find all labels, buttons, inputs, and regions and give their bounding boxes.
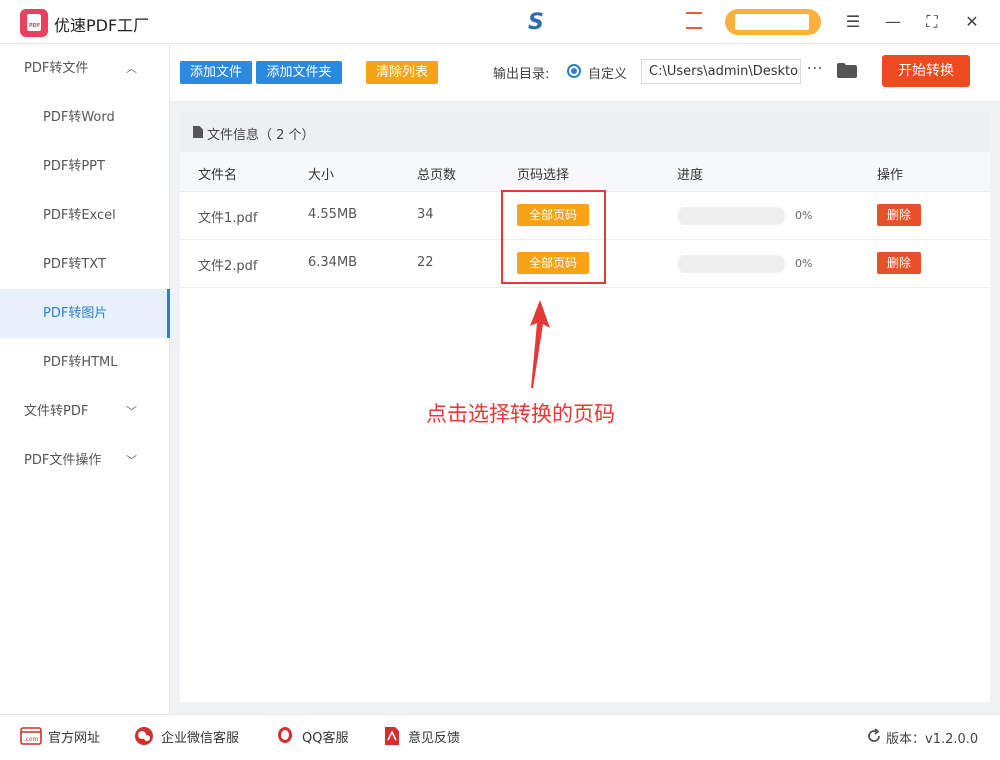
notification-icon[interactable]	[686, 12, 702, 29]
minimize-icon[interactable]: —	[882, 11, 904, 33]
sidebar-item-pdf-to-excel[interactable]: PDF转Excel	[0, 191, 170, 240]
more-options-icon[interactable]: ···	[807, 61, 823, 77]
progress-percent: 0%	[795, 257, 813, 270]
column-header-page-select: 页码选择	[517, 168, 570, 183]
column-header-size: 大小	[308, 168, 335, 183]
custom-dir-label[interactable]: 自定义	[588, 63, 627, 82]
clear-list-button[interactable]: 清除列表	[366, 61, 438, 84]
vip-badge[interactable]	[725, 9, 821, 35]
add-file-button[interactable]: 添加文件	[180, 61, 252, 84]
page-count: 22	[417, 255, 434, 270]
chevron-down-icon: ﹀	[126, 454, 137, 467]
feedback-icon[interactable]	[381, 726, 403, 746]
custom-dir-radio[interactable]	[567, 64, 581, 78]
menu-icon[interactable]: ☰	[842, 11, 864, 33]
sidebar-group-pdf-to-file[interactable]: PDF转文件 ︿	[0, 44, 170, 93]
svg-text:.com: .com	[24, 736, 39, 743]
website-icon[interactable]: .com	[20, 726, 42, 746]
app-logo-icon: PDF	[20, 9, 48, 37]
wechat-support-link[interactable]: 企业微信客服	[161, 727, 239, 746]
annotation-arrow-icon	[530, 300, 550, 388]
table-header	[180, 152, 990, 192]
delete-button[interactable]: 删除	[877, 204, 921, 226]
file-info-title: 文件信息（ 2 个）	[207, 128, 315, 143]
qq-icon[interactable]	[274, 726, 296, 746]
output-path-input[interactable]: C:\Users\admin\Deskto	[641, 59, 801, 84]
sidebar-item-pdf-to-txt[interactable]: PDF转TXT	[0, 240, 170, 289]
refresh-icon[interactable]	[866, 728, 882, 744]
chevron-down-icon: ﹀	[126, 405, 137, 418]
user-avatar-icon[interactable]: S	[528, 10, 544, 35]
column-header-action: 操作	[877, 168, 904, 183]
file-name: 文件2.pdf	[198, 259, 258, 274]
sidebar-item-pdf-to-ppt[interactable]: PDF转PPT	[0, 142, 170, 191]
column-header-progress: 进度	[677, 168, 704, 183]
folder-icon[interactable]	[837, 63, 857, 78]
app-title: 优速PDF工厂	[54, 16, 150, 35]
progress-bar	[677, 207, 785, 225]
qq-support-link[interactable]: QQ客服	[302, 727, 348, 746]
page-count: 34	[417, 207, 434, 222]
sidebar: PDF转文件 ︿ PDF转Word PDF转PPT PDF转Excel PDF转…	[0, 44, 170, 714]
sidebar-group-file-to-pdf[interactable]: 文件转PDF ﹀	[0, 387, 170, 436]
file-size: 4.55MB	[308, 207, 358, 222]
sidebar-item-pdf-to-word[interactable]: PDF转Word	[0, 93, 170, 142]
feedback-link[interactable]: 意见反馈	[408, 727, 460, 746]
file-name: 文件1.pdf	[198, 211, 258, 226]
column-header-name: 文件名	[198, 168, 238, 183]
wechat-icon[interactable]	[133, 726, 155, 746]
start-convert-button[interactable]: 开始转换	[882, 55, 970, 87]
annotation-highlight-box	[501, 190, 606, 284]
progress-percent: 0%	[795, 209, 813, 222]
annotation-text: 点击选择转换的页码	[426, 402, 615, 426]
delete-button[interactable]: 删除	[877, 252, 921, 274]
progress-bar	[677, 255, 785, 273]
file-size: 6.34MB	[308, 255, 358, 270]
sidebar-item-pdf-to-image[interactable]: PDF转图片	[0, 289, 170, 338]
sidebar-group-pdf-operations[interactable]: PDF文件操作 ﹀	[0, 436, 170, 485]
chevron-up-icon: ︿	[126, 62, 137, 75]
maximize-icon[interactable]: ⛶	[921, 11, 943, 33]
website-link[interactable]: 官方网址	[48, 727, 100, 746]
close-icon[interactable]: ✕	[961, 11, 983, 33]
sidebar-item-pdf-to-html[interactable]: PDF转HTML	[0, 338, 170, 387]
output-dir-label: 输出目录:	[493, 67, 550, 82]
version-label: 版本：v1.2.0.0	[886, 732, 979, 747]
add-folder-button[interactable]: 添加文件夹	[256, 61, 342, 84]
column-header-pages: 总页数	[417, 168, 457, 183]
